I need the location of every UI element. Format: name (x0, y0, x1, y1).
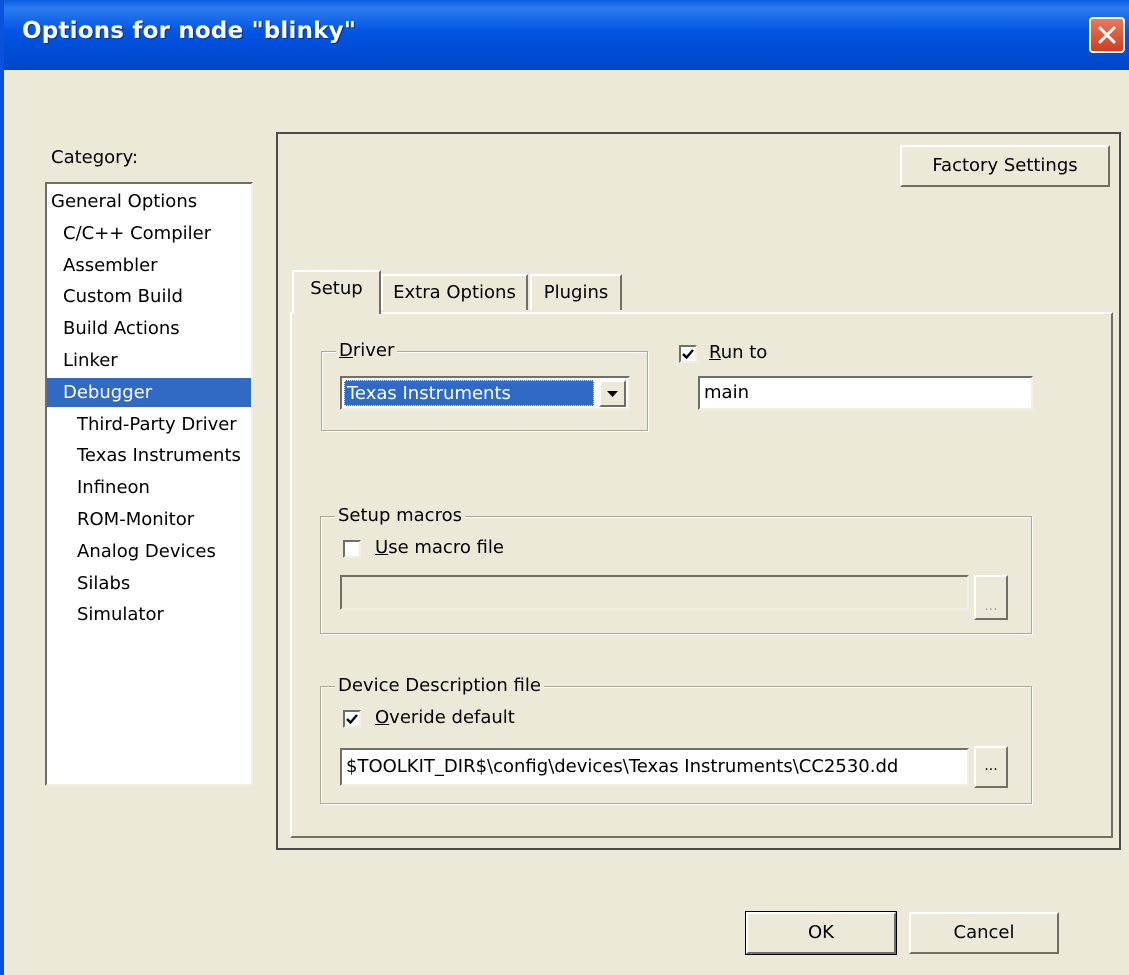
category-item[interactable]: Custom Build (47, 282, 183, 311)
driver-group-label: Driver (336, 340, 398, 361)
category-item[interactable]: Assembler (47, 251, 158, 280)
category-item[interactable]: Linker (47, 346, 118, 375)
category-item[interactable]: Texas Instruments (47, 441, 241, 470)
device-description-group (320, 686, 1032, 804)
use-macro-file-label: Use macro file (375, 537, 504, 558)
device-browse-button[interactable]: ... (974, 746, 1008, 788)
run-to-input[interactable]: main (698, 376, 1033, 410)
category-item[interactable]: Analog Devices (47, 537, 216, 566)
dropdown-arrow-button[interactable] (599, 380, 626, 407)
category-item[interactable]: ROM-Monitor (47, 505, 194, 534)
macro-browse-button[interactable]: ... (974, 575, 1008, 620)
tab-plugins[interactable]: Plugins (530, 274, 622, 310)
category-item[interactable]: Third-Party Driver (47, 410, 237, 439)
device-description-input[interactable]: $TOOLKIT_DIR$\config\devices\Texas Instr… (340, 748, 969, 786)
run-to-checkbox[interactable] (679, 345, 697, 363)
factory-settings-button[interactable]: Factory Settings (900, 145, 1110, 187)
category-item[interactable]: Infineon (47, 473, 150, 502)
close-button[interactable] (1089, 17, 1125, 53)
chevron-down-icon (607, 391, 618, 397)
checkmark-icon (682, 349, 694, 360)
category-item[interactable]: General Options (47, 187, 197, 216)
override-default-checkbox[interactable] (343, 710, 361, 728)
tab-setup[interactable]: Setup (292, 270, 381, 314)
title-bar[interactable]: Options for node "blinky" (4, 0, 1129, 70)
category-label: Category: (51, 147, 138, 168)
close-icon (1098, 26, 1116, 44)
device-description-group-label: Device Description file (335, 675, 544, 696)
category-item[interactable]: Debugger (47, 377, 251, 407)
cancel-button[interactable]: Cancel (909, 912, 1059, 954)
macro-file-input[interactable] (340, 575, 969, 610)
setup-macros-group-label: Setup macros (335, 505, 465, 526)
driver-select-value: Texas Instruments (344, 380, 594, 406)
run-to-label: Run to (709, 342, 768, 363)
window-title: Options for node "blinky" (22, 18, 357, 44)
category-item[interactable]: Simulator (47, 600, 164, 629)
ok-button[interactable]: OK (745, 911, 897, 955)
category-item[interactable]: Build Actions (47, 314, 180, 343)
driver-select[interactable]: Texas Instruments (340, 376, 630, 410)
category-list[interactable]: General Options C/C++ Compiler Assembler Cu… (45, 182, 253, 786)
options-dialog: Options for node "blinky" Category: Gene… (0, 0, 1129, 975)
override-default-label: Overide default (375, 707, 515, 728)
checkmark-icon (346, 714, 358, 725)
category-item[interactable]: C/C++ Compiler (47, 219, 211, 248)
use-macro-file-checkbox[interactable] (343, 540, 361, 558)
tab-extra-options[interactable]: Extra Options (381, 274, 528, 310)
category-item[interactable]: Silabs (47, 569, 130, 598)
